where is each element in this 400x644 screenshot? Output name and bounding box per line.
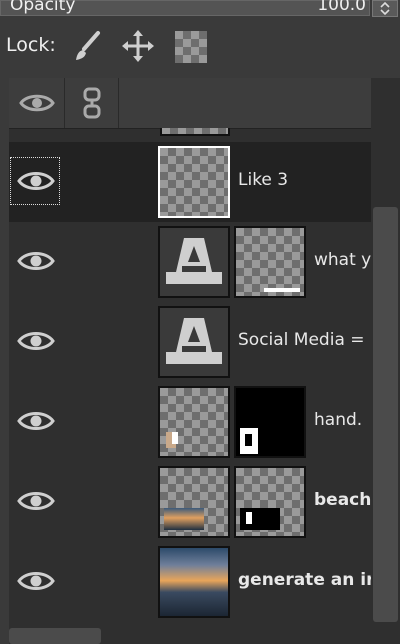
layer-name[interactable]: Social Media = [238,330,371,350]
layer-thumbnail [160,128,230,136]
layer-name[interactable]: generate an ir [238,570,371,590]
header-visibility-column[interactable] [9,78,65,128]
layer-name[interactable]: beach [314,490,371,510]
opacity-label: Opacity [10,0,76,15]
visibility-toggle[interactable] [9,476,61,526]
opacity-spin-button[interactable] [372,0,398,17]
layer-row-what-y[interactable]: what y [9,222,371,302]
visibility-toggle[interactable] [9,156,61,206]
visibility-toggle[interactable] [9,396,61,446]
layer-thumbnail[interactable] [158,546,230,618]
horizontal-scrollbar-thumb[interactable] [9,628,101,644]
layer-row-social-media[interactable]: Social Media = [9,302,371,382]
eye-icon [17,572,55,590]
layer-mask-thumbnail[interactable] [234,466,306,538]
layer-row-hand[interactable]: hand. [9,382,371,462]
eye-icon [17,492,55,510]
visibility-toggle[interactable] [9,236,61,286]
layer-thumbnail[interactable] [158,146,230,218]
eye-icon [19,94,55,112]
visibility-toggle[interactable] [9,316,61,366]
opacity-row: Opacity 100.0 [0,0,400,18]
spin-arrows-icon [380,1,390,16]
text-layer-icon [166,238,222,284]
layer-row-generate[interactable]: generate an ir [9,542,371,622]
lock-pixels-button[interactable] [68,27,106,65]
layers-list[interactable]: Like 3 what y Social Media = hand. beach… [9,78,371,644]
eye-icon [17,252,55,270]
visibility-toggle[interactable] [9,556,61,606]
text-layer-icon [166,318,222,364]
layer-mask-thumbnail[interactable] [234,386,306,458]
eye-icon [17,172,55,190]
vertical-scrollbar-thumb[interactable] [373,207,398,622]
lock-label: Lock: [6,34,56,56]
eye-icon [17,412,55,430]
layer-mask-thumbnail[interactable] [234,226,306,298]
layer-name[interactable]: hand. [314,410,371,430]
lock-alpha-button[interactable] [175,31,207,63]
text-layer-thumbnail[interactable] [158,226,230,298]
layer-name[interactable]: what y [314,250,371,270]
layer-thumbnail[interactable] [158,386,230,458]
layers-header [9,78,371,129]
layer-name[interactable]: Like 3 [238,170,368,190]
text-layer-thumbnail[interactable] [158,306,230,378]
eye-icon [17,332,55,350]
lock-position-button[interactable] [119,27,157,65]
header-chain-column[interactable] [65,78,119,128]
move-arrows-icon [122,30,154,62]
opacity-value[interactable]: 100.0 [300,0,366,15]
layer-row-like-3[interactable]: Like 3 [9,142,371,222]
layer-row-beach[interactable]: beach [9,462,371,542]
chain-link-icon [83,87,101,119]
layer-thumbnail[interactable] [158,466,230,538]
paintbrush-icon [76,31,100,60]
